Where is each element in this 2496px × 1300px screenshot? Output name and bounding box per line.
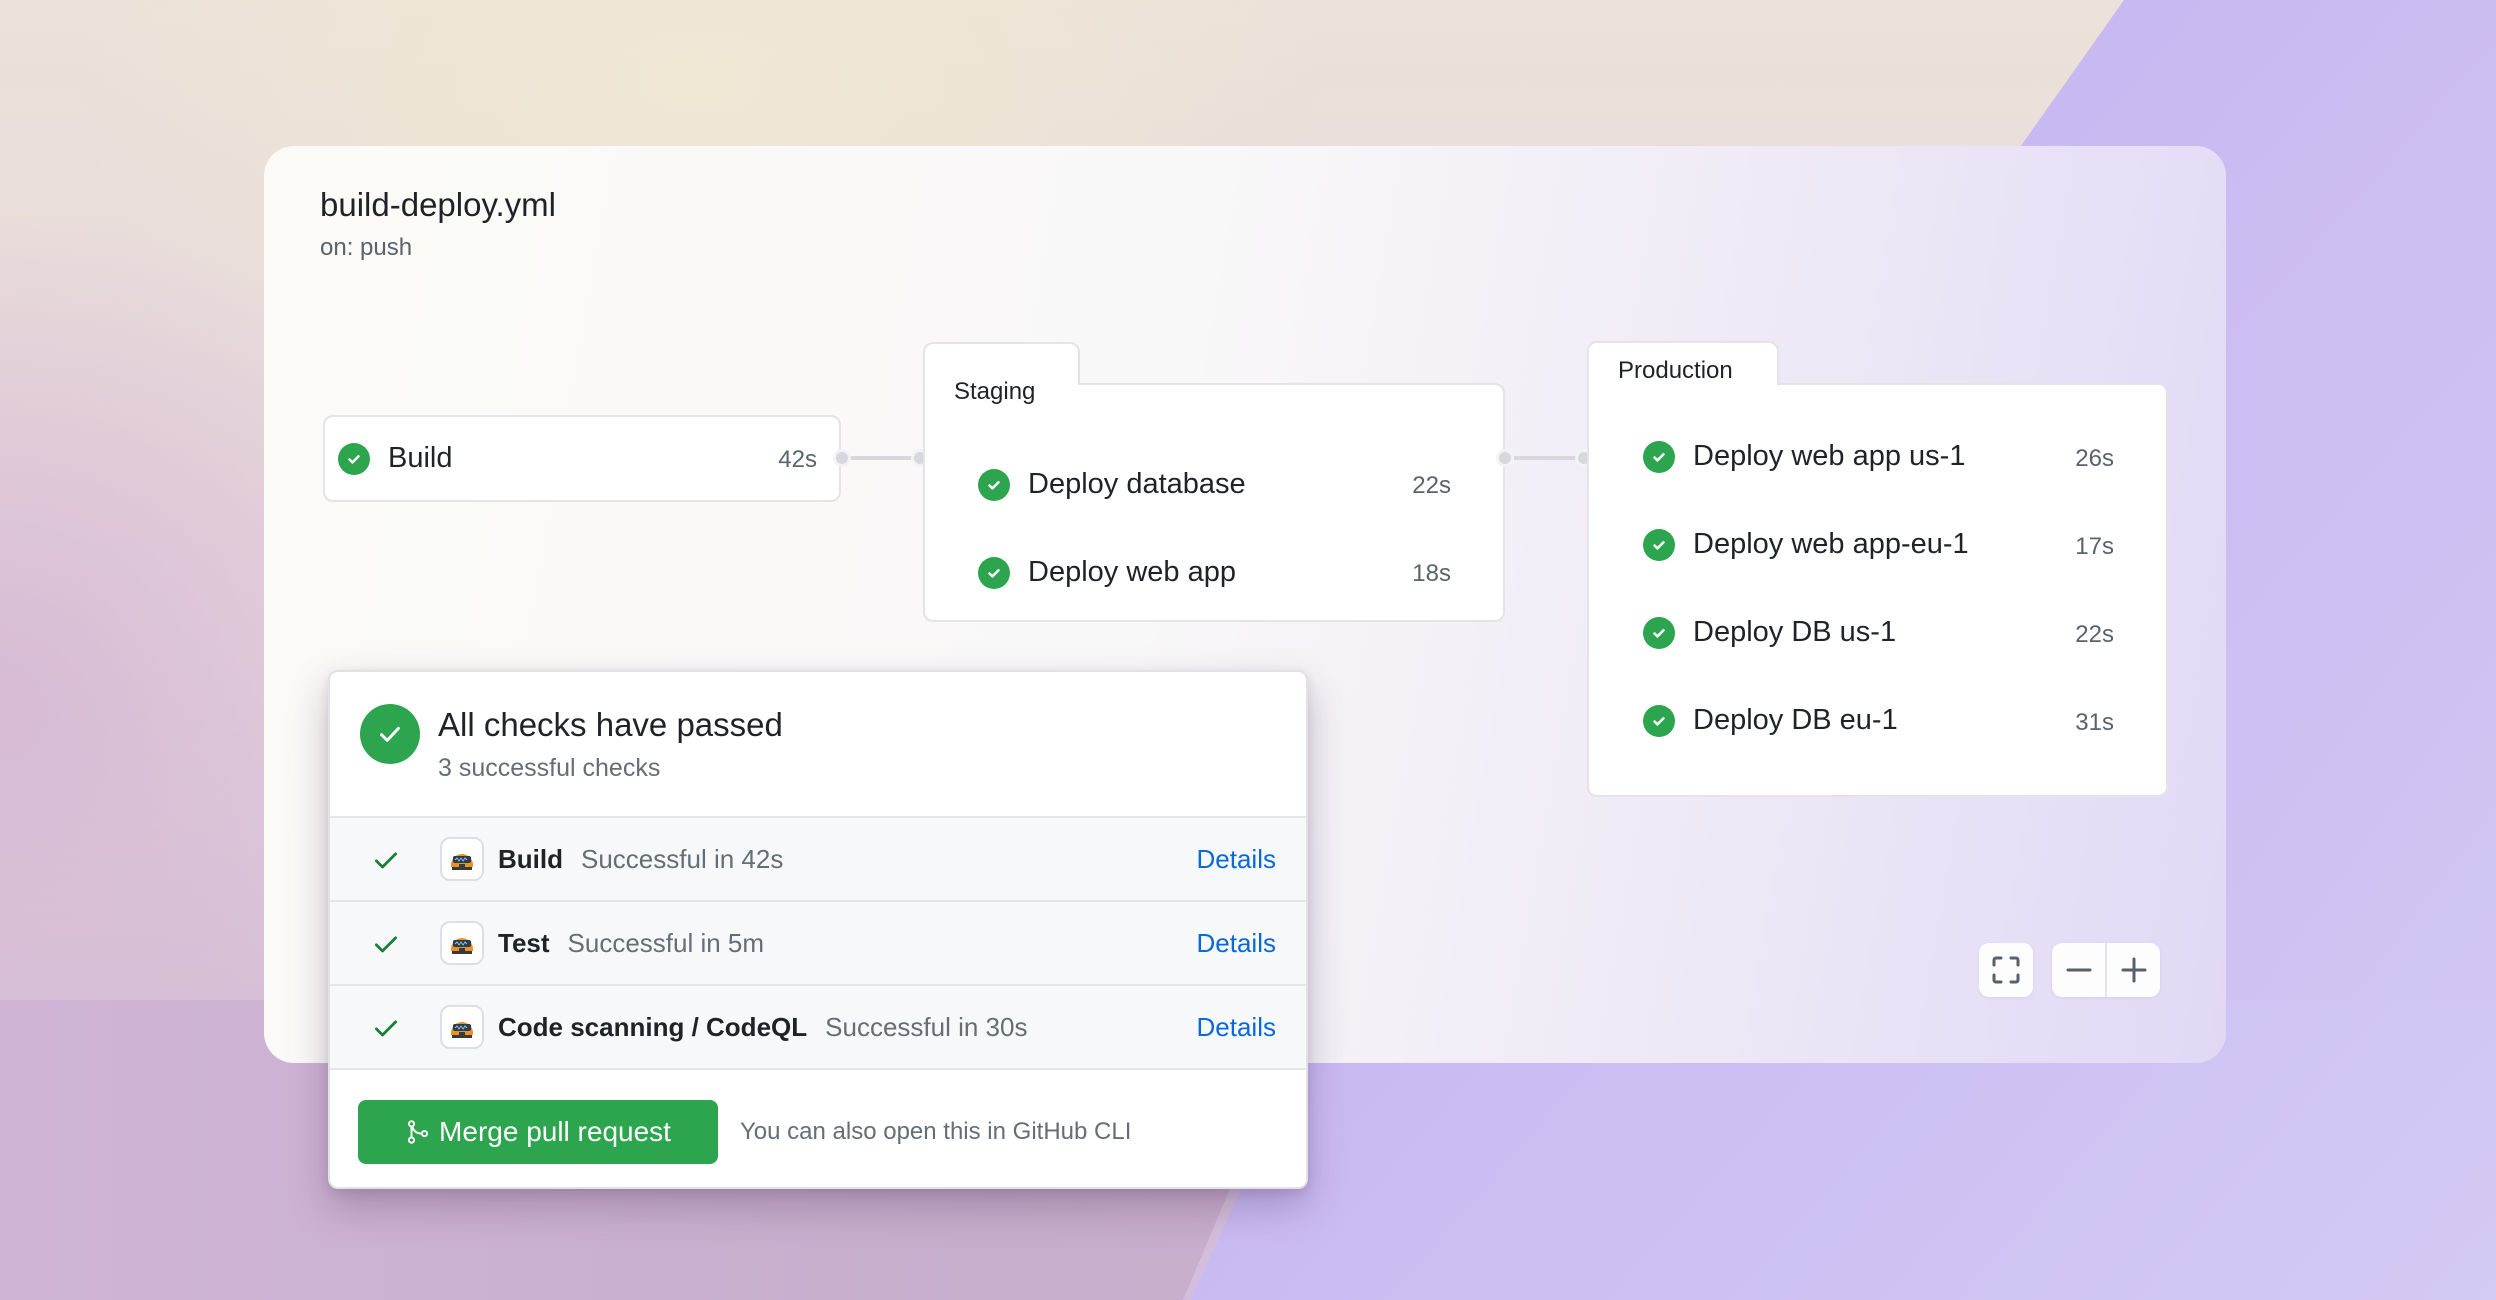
plus-icon [2121, 957, 2146, 983]
check-circle-icon [978, 556, 1010, 589]
checks-subtitle: 3 successful checks [438, 754, 661, 782]
job-duration: 22s [1412, 472, 1451, 499]
fullscreen-icon [1992, 956, 2020, 984]
workflow-trigger: on: push [320, 234, 413, 261]
check-row: Code scanning / CodeQL Successful in 30s … [330, 984, 1306, 1068]
connector-dot [833, 449, 851, 467]
zoom-in-button[interactable] [2107, 943, 2160, 997]
zoom-controls [2052, 943, 2160, 997]
group-label: Production [1618, 357, 1733, 384]
details-link[interactable]: Details [1197, 928, 1276, 959]
check-icon [374, 936, 398, 953]
job-duration: 22s [2075, 621, 2114, 648]
check-circle-icon [978, 468, 1010, 501]
minus-icon [2066, 968, 2091, 972]
actions-app-icon [440, 921, 484, 965]
checks-footer: Merge pull request You can also open thi… [330, 1068, 1306, 1187]
checks-panel: All checks have passed 3 successful chec… [328, 670, 1308, 1189]
check-name-text: Build [498, 844, 563, 874]
job-name: Deploy web app us-1 [1693, 440, 1966, 472]
job-node-build[interactable]: Build 42s [323, 415, 841, 502]
git-merge-icon [407, 1120, 429, 1144]
check-row: Test Successful in 5m Details [330, 900, 1306, 984]
job-name: Deploy database [1028, 468, 1246, 500]
check-name-text: Test [498, 928, 550, 958]
check-circle-icon [338, 442, 370, 475]
job-group-production: Production Deploy web app us-1 26s Deplo… [1587, 341, 2168, 797]
job-name: Deploy web app-eu-1 [1693, 528, 1969, 560]
workflow-title: build-deploy.yml [320, 186, 556, 223]
job-duration: 18s [1412, 560, 1451, 587]
group-label: Staging [954, 378, 1036, 405]
job-duration: 31s [2075, 709, 2114, 736]
check-row: Build Successful in 42s Details [330, 816, 1306, 900]
job-deploy-web-app[interactable]: Deploy web app [978, 556, 1236, 589]
check-circle-icon [1643, 704, 1675, 737]
job-name: Deploy DB us-1 [1693, 616, 1897, 648]
connector-dot [1496, 449, 1514, 467]
check-icon [374, 1020, 398, 1037]
details-link[interactable]: Details [1197, 1012, 1276, 1043]
job-duration: 26s [2075, 445, 2114, 472]
job-duration: 17s [2075, 533, 2114, 560]
check-name-text: Code scanning / CodeQL [498, 1012, 808, 1042]
check-name: Code scanning / CodeQL Successful in 30s [498, 1012, 1027, 1043]
job-deploy-web-app-eu-1[interactable]: Deploy web app-eu-1 [1643, 528, 1969, 561]
check-status: Successful in 42s [581, 844, 784, 874]
merge-pull-request-button[interactable]: Merge pull request [358, 1100, 718, 1164]
job-deploy-db-eu-1[interactable]: Deploy DB eu-1 [1643, 704, 1898, 737]
check-circle-icon [1643, 440, 1675, 473]
job-name: Deploy DB eu-1 [1693, 704, 1898, 736]
check-circle-icon [360, 704, 420, 764]
actions-app-icon [440, 837, 484, 881]
job-duration: 42s [778, 446, 817, 473]
cli-note: You can also open this in GitHub CLI [740, 1118, 1132, 1145]
actions-app-icon [440, 1005, 484, 1049]
check-circle-icon [1643, 528, 1675, 561]
check-status: Successful in 5m [567, 928, 765, 958]
check-name: Test Successful in 5m [498, 928, 764, 959]
checks-header: All checks have passed 3 successful chec… [330, 672, 1306, 817]
job-group-staging: Staging Deploy database 22s Deploy web a… [923, 342, 1505, 622]
fullscreen-button[interactable] [1979, 943, 2033, 997]
details-link[interactable]: Details [1197, 844, 1276, 875]
job-name: Deploy web app [1028, 556, 1236, 588]
job-deploy-database[interactable]: Deploy database [978, 468, 1246, 501]
check-name: Build Successful in 42s [498, 844, 783, 875]
checks-title: All checks have passed [438, 706, 783, 743]
check-icon [374, 852, 398, 869]
check-status: Successful in 30s [825, 1012, 1028, 1042]
merge-button-label: Merge pull request [439, 1116, 671, 1147]
check-circle-icon [1643, 616, 1675, 649]
job-name: Build [388, 442, 453, 474]
job-deploy-web-app-us-1[interactable]: Deploy web app us-1 [1643, 440, 1965, 473]
zoom-out-button[interactable] [2052, 943, 2105, 997]
job-deploy-db-us-1[interactable]: Deploy DB us-1 [1643, 616, 1896, 649]
